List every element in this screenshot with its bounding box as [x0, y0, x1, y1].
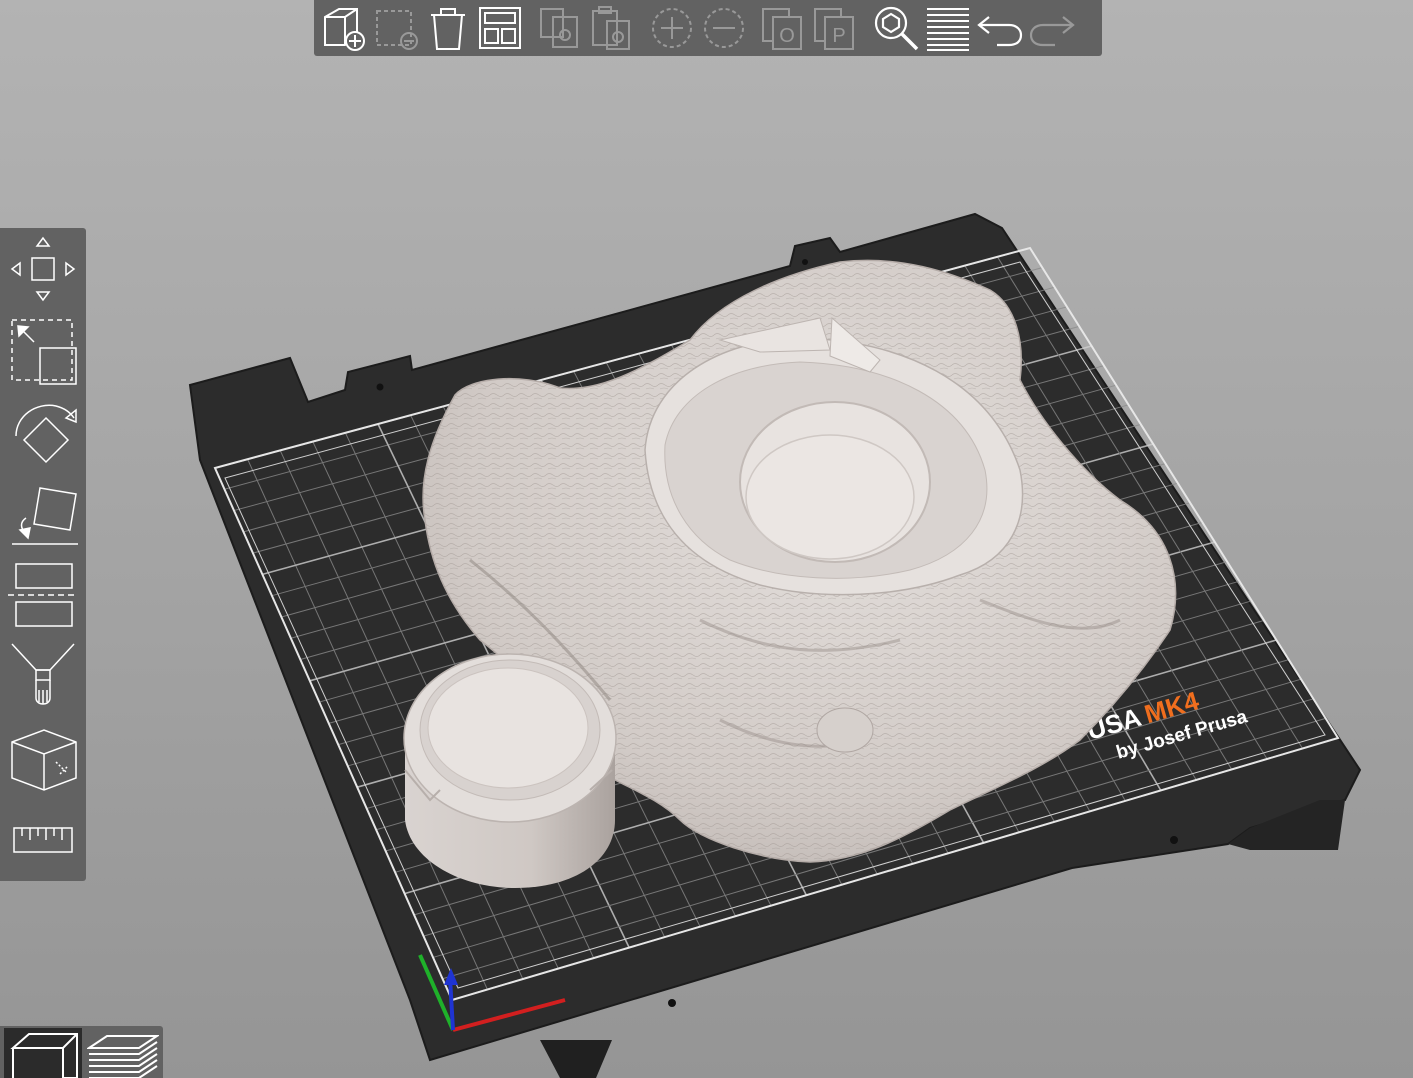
arrange-icon: [479, 7, 521, 49]
scale-tool-button[interactable]: [4, 314, 82, 388]
rotate-tool-button[interactable]: [4, 396, 82, 470]
split-objects-icon: O: [762, 8, 802, 50]
view-mode-toggle: [0, 1026, 163, 1078]
search-icon: [874, 6, 919, 51]
copy-button[interactable]: [534, 2, 586, 54]
left-gizmo-toolbar: [0, 228, 86, 881]
split-parts-letter: P: [832, 25, 845, 47]
measure-cube-icon: [11, 729, 77, 791]
undo-icon: [977, 16, 1023, 47]
copy-icon: [540, 8, 578, 48]
split-objects-button[interactable]: O: [758, 2, 810, 54]
split-objects-letter: O: [779, 25, 795, 47]
3d-view-icon: [10, 1033, 78, 1078]
instance-add-icon: [652, 8, 692, 48]
instance-remove-button[interactable]: [698, 2, 750, 54]
move-icon: [10, 236, 76, 302]
measure-tool-button[interactable]: [4, 804, 82, 878]
redo-icon: [1029, 16, 1075, 47]
split-parts-icon: P: [814, 8, 854, 50]
redo-button[interactable]: [1026, 2, 1078, 54]
preview-layers-icon: [87, 1035, 159, 1078]
cut-tool-button[interactable]: [4, 558, 82, 632]
add-button[interactable]: [318, 2, 370, 54]
paste-button[interactable]: [586, 2, 638, 54]
layers-editing-button[interactable]: [922, 2, 974, 54]
paint-supports-tool-button[interactable]: [4, 640, 82, 714]
3d-scene-canvas[interactable]: USA MK4 by Josef Prusa: [0, 0, 1413, 1078]
cup-model[interactable]: [403, 653, 617, 888]
scale-icon: [11, 319, 77, 385]
instance-remove-icon: [704, 8, 744, 48]
arrange-button[interactable]: [474, 2, 526, 54]
place-on-face-icon: [12, 487, 78, 545]
rotate-icon: [15, 404, 77, 464]
delete-icon: [376, 10, 418, 50]
paste-icon: [592, 6, 630, 50]
paint-supports-icon: [11, 643, 75, 705]
instance-add-button[interactable]: [646, 2, 698, 54]
add-icon: [324, 8, 365, 51]
layers-editing-icon: [927, 8, 969, 51]
split-parts-button[interactable]: P: [810, 2, 862, 54]
cut-icon: [8, 563, 78, 627]
delete-all-button[interactable]: [422, 2, 474, 54]
top-toolbar: O P: [314, 0, 1102, 56]
preview-layers-button[interactable]: [84, 1028, 162, 1078]
delete-all-icon: [431, 8, 465, 50]
measure-cube-tool-button[interactable]: [4, 722, 82, 796]
measure-icon: [13, 827, 73, 853]
3d-view-button[interactable]: [4, 1028, 82, 1078]
place-on-face-tool-button[interactable]: [4, 478, 82, 552]
delete-button[interactable]: [370, 2, 422, 54]
search-button[interactable]: [870, 2, 922, 54]
move-tool-button[interactable]: [4, 232, 82, 306]
undo-button[interactable]: [974, 2, 1026, 54]
